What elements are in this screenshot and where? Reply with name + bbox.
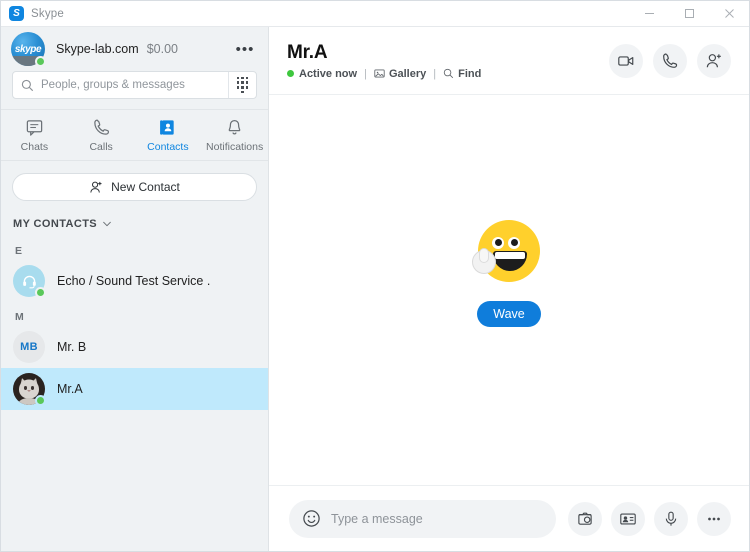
profile-row[interactable]: skype Skype-lab.com $0.00 ••• bbox=[1, 27, 268, 71]
tab-notifications-label: Notifications bbox=[206, 140, 264, 153]
phone-icon bbox=[93, 118, 109, 135]
window-title: Skype bbox=[31, 7, 64, 20]
add-people-button[interactable] bbox=[697, 43, 731, 78]
list-item-label: Mr. B bbox=[57, 340, 87, 354]
waving-hand-icon bbox=[472, 247, 496, 274]
message-composer bbox=[269, 485, 749, 551]
contact-list: E Echo / Sound Test Service . M MB Mr. B… bbox=[1, 236, 268, 551]
sidebar: skype Skype-lab.com $0.00 ••• People, gr… bbox=[1, 27, 269, 551]
presence-indicator-online bbox=[287, 70, 294, 77]
tab-contacts[interactable]: Contacts bbox=[135, 110, 202, 160]
close-button[interactable] bbox=[709, 1, 749, 26]
status-badge: Active now bbox=[299, 67, 358, 80]
list-item-selected[interactable]: Mr.A bbox=[1, 368, 268, 410]
gallery-link[interactable]: Gallery bbox=[374, 68, 426, 80]
separator: | bbox=[364, 67, 367, 80]
profile-name: Skype-lab.com bbox=[56, 42, 139, 56]
initials-label: MB bbox=[13, 331, 45, 363]
my-contacts-header[interactable]: MY CONTACTS bbox=[1, 209, 268, 236]
avatar[interactable]: skype bbox=[11, 32, 46, 67]
chat-panel: Mr.A Active now | Gallery | Find Wave Ty… bbox=[269, 27, 749, 551]
add-person-icon bbox=[90, 181, 102, 193]
find-label: Find bbox=[458, 67, 482, 80]
tab-chats-label: Chats bbox=[20, 140, 49, 153]
window-controls bbox=[629, 1, 749, 26]
wave-button[interactable]: Wave bbox=[477, 300, 541, 327]
new-contact-label: New Contact bbox=[111, 180, 180, 194]
phone-icon bbox=[663, 52, 678, 68]
letter-header-e: E bbox=[15, 245, 23, 257]
minimize-button[interactable] bbox=[629, 1, 669, 26]
tab-calls-label: Calls bbox=[89, 140, 113, 153]
list-item[interactable]: MB Mr. B bbox=[1, 326, 268, 368]
letter-header-m: M bbox=[15, 311, 24, 323]
tab-chats[interactable]: Chats bbox=[1, 110, 68, 160]
presence-indicator-online bbox=[35, 287, 46, 298]
message-input-box[interactable] bbox=[289, 499, 556, 538]
video-camera-icon bbox=[618, 55, 634, 66]
send-contact-button[interactable] bbox=[611, 501, 645, 536]
add-person-icon bbox=[706, 53, 721, 67]
list-item-label: Mr.A bbox=[57, 382, 83, 396]
list-item[interactable]: Echo / Sound Test Service . bbox=[1, 260, 268, 302]
search-icon bbox=[443, 68, 454, 79]
skype-logo-icon: S bbox=[9, 6, 24, 21]
chat-empty-state: Wave bbox=[269, 95, 749, 485]
chat-header-subtitle: Active now | Gallery | Find bbox=[287, 68, 481, 80]
separator: | bbox=[433, 67, 437, 80]
contacts-book-icon bbox=[160, 119, 175, 135]
avatar bbox=[13, 265, 46, 298]
profile-more-button[interactable]: ••• bbox=[232, 36, 258, 62]
gallery-icon bbox=[374, 69, 385, 78]
list-item-label: Echo / Sound Test Service . bbox=[57, 274, 211, 288]
skype-window: S Skype skype Skype-lab.com $0.00 ••• Pe… bbox=[0, 0, 750, 552]
waving-smiley-emoji bbox=[472, 219, 540, 282]
my-contacts-label: MY CONTACTS bbox=[13, 218, 98, 230]
ellipsis-icon bbox=[708, 517, 720, 520]
image-icon bbox=[578, 512, 592, 525]
microphone-icon bbox=[665, 511, 677, 526]
send-image-button[interactable] bbox=[568, 501, 602, 536]
contact-card-icon bbox=[620, 512, 636, 525]
tab-contacts-label: Contacts bbox=[147, 140, 189, 153]
initials-avatar: MB bbox=[13, 331, 45, 363]
window-body: skype Skype-lab.com $0.00 ••• People, gr… bbox=[1, 27, 749, 551]
smiley-icon[interactable] bbox=[297, 505, 325, 533]
new-contact-button[interactable]: New Contact bbox=[12, 173, 257, 201]
dialpad-icon[interactable] bbox=[228, 72, 256, 98]
message-input[interactable] bbox=[325, 511, 548, 526]
search-input[interactable] bbox=[41, 79, 228, 91]
record-audio-button[interactable] bbox=[654, 501, 688, 536]
avatar bbox=[13, 373, 46, 406]
chat-header-info: Mr.A Active now | Gallery | Find bbox=[287, 42, 481, 80]
tab-calls[interactable]: Calls bbox=[68, 110, 135, 160]
profile-avatar-label: skype bbox=[14, 43, 42, 55]
search-box[interactable] bbox=[12, 71, 257, 99]
avatar: MB bbox=[13, 331, 45, 363]
maximize-button[interactable] bbox=[669, 1, 709, 26]
tab-notifications[interactable]: Notifications bbox=[201, 110, 268, 160]
presence-indicator-online bbox=[35, 395, 46, 406]
more-options-button[interactable] bbox=[697, 501, 731, 536]
presence-indicator-online bbox=[35, 56, 46, 67]
chat-header: Mr.A Active now | Gallery | Find bbox=[269, 27, 749, 95]
page-title: Mr.A bbox=[287, 41, 328, 63]
gallery-label: Gallery bbox=[388, 67, 427, 80]
profile-balance: $0.00 bbox=[146, 42, 178, 56]
chat-icon bbox=[26, 119, 43, 136]
composer-actions bbox=[568, 501, 731, 536]
find-link[interactable]: Find bbox=[443, 68, 481, 80]
video-call-button[interactable] bbox=[609, 43, 643, 78]
window-titlebar: S Skype bbox=[1, 1, 749, 27]
nav-tabs: Chats Calls Contacts Notifications bbox=[1, 109, 268, 161]
search-icon bbox=[13, 79, 41, 92]
search-row bbox=[1, 71, 268, 109]
chevron-down-icon bbox=[103, 221, 111, 227]
audio-call-button[interactable] bbox=[653, 43, 687, 78]
bell-icon bbox=[228, 119, 241, 134]
new-contact-row: New Contact bbox=[1, 161, 268, 209]
chat-header-actions bbox=[609, 43, 731, 78]
